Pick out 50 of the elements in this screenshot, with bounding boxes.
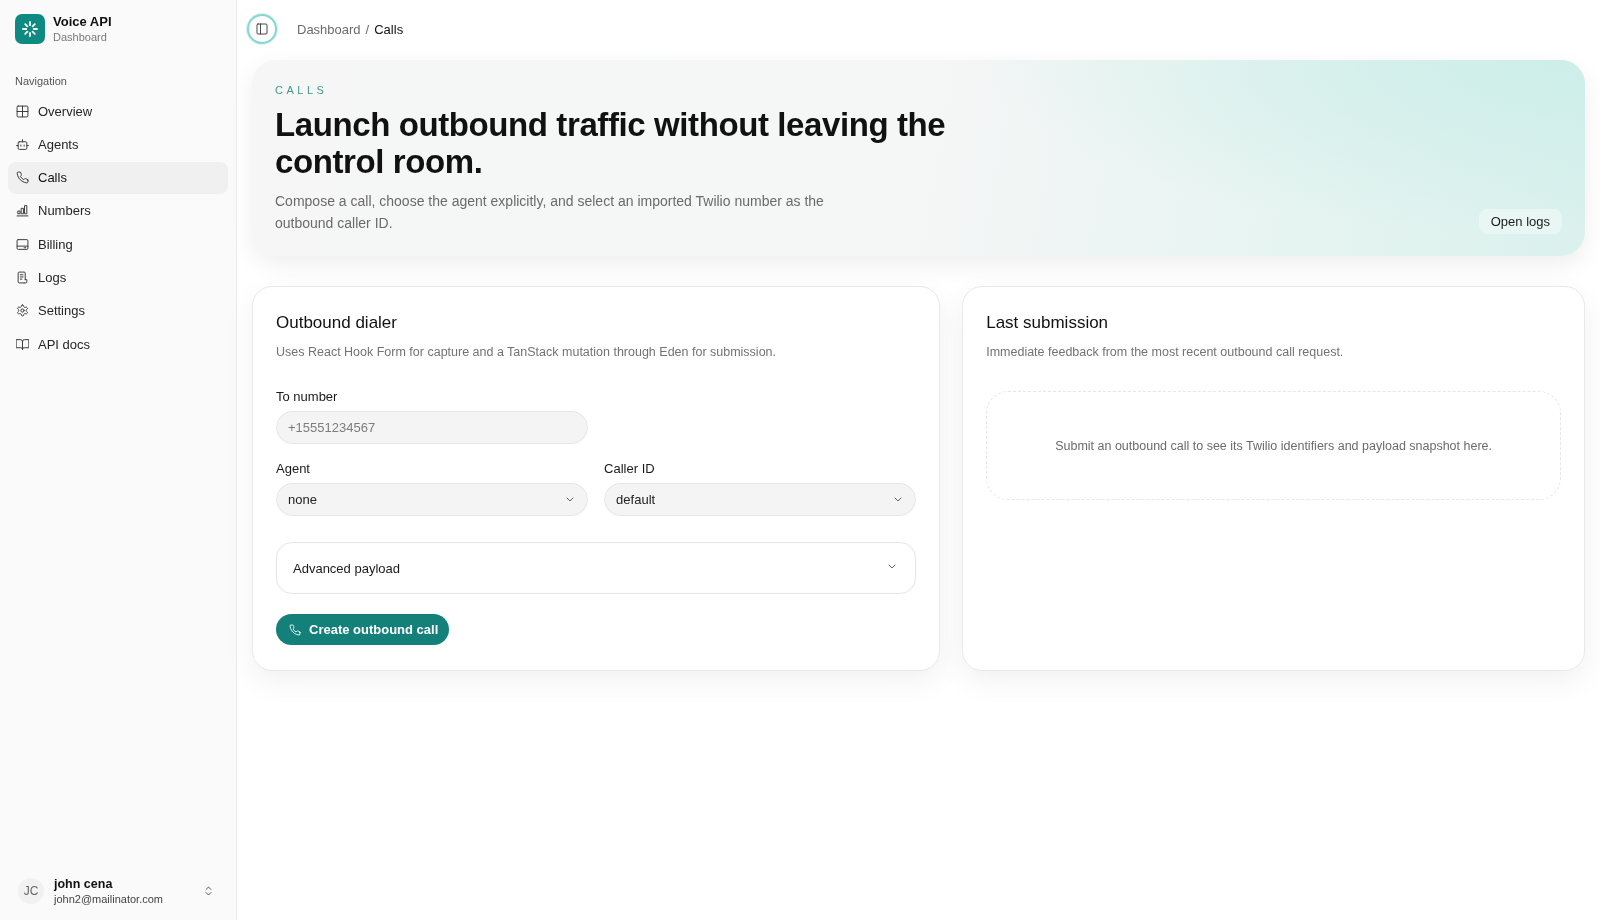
chevron-down-icon — [894, 497, 903, 502]
nav-item[interactable]: Calls — [8, 161, 228, 194]
user-name: john cena — [54, 876, 113, 892]
settings-icon — [16, 304, 29, 318]
phone-icon — [289, 623, 301, 636]
phone-icon — [16, 171, 29, 185]
logo-icon — [15, 14, 45, 44]
nav-item[interactable]: Billing — [8, 228, 228, 261]
breadcrumb-separator: / — [365, 21, 370, 37]
field-label: To number — [276, 388, 338, 406]
nav-item[interactable]: Overview — [8, 95, 228, 127]
card-description: Uses React Hook Form for capture and a TanStack mutation through Eden for submission. — [276, 344, 777, 361]
sidebar-toggle-button[interactable] — [247, 14, 277, 44]
chevrons-up-down-icon[interactable] — [205, 886, 212, 896]
nav-item[interactable]: Agents — [8, 128, 228, 161]
card-description: Immediate feedback from the most recent outbound call request. — [986, 344, 1344, 361]
nav-item[interactable]: Numbers — [8, 194, 228, 227]
card-icon — [16, 237, 29, 251]
app-name: Voice API — [53, 14, 112, 30]
chevron-down-icon — [566, 497, 575, 502]
create-call-button[interactable]: Create outbound call — [276, 614, 450, 645]
hero-title: Launch outbound traffic without leaving the control room. — [275, 106, 947, 180]
nav-item[interactable]: Settings — [8, 294, 228, 327]
breadcrumb-current: Calls — [374, 21, 404, 37]
breadcrumb-link[interactable]: Dashboard — [297, 21, 361, 37]
select-field[interactable]: none — [276, 483, 589, 516]
nav-item[interactable]: Logs — [8, 261, 228, 294]
field-label: Caller ID — [604, 460, 655, 478]
robot-icon — [16, 137, 29, 151]
empty-state-message: Submit an outbound call to see its Twilio identifiers and payload snapshot here. — [1055, 438, 1492, 453]
panel-icon — [256, 23, 268, 35]
chevron-down-icon — [888, 564, 897, 569]
book-icon — [16, 337, 29, 351]
select-field[interactable]: default — [604, 483, 917, 516]
open-logs-button[interactable]: Open logs — [1478, 209, 1562, 234]
field-label: Agent — [276, 460, 310, 478]
nav-item[interactable]: API docs — [8, 328, 228, 361]
bar-chart-icon — [16, 204, 29, 218]
eyebrow-label: CALLS — [275, 84, 329, 96]
phone-input[interactable]: +15551234567 — [276, 411, 589, 444]
grid-icon — [16, 104, 29, 118]
document-icon — [16, 271, 29, 284]
user-avatar: JC — [18, 878, 44, 904]
hero-description: Compose a call, choose the agent explicitly, and select an imported Twilio number as the outbound caller ID. — [275, 192, 825, 233]
nav-section-label: Navigation — [14, 74, 68, 89]
advanced-payload-toggle[interactable]: Advanced payload — [276, 542, 917, 594]
card-title: Outbound dialer — [276, 312, 397, 334]
user-email: john2@mailinator.com — [54, 892, 163, 906]
app-subtitle: Dashboard — [53, 30, 108, 44]
card-title: Last submission — [986, 312, 1109, 334]
